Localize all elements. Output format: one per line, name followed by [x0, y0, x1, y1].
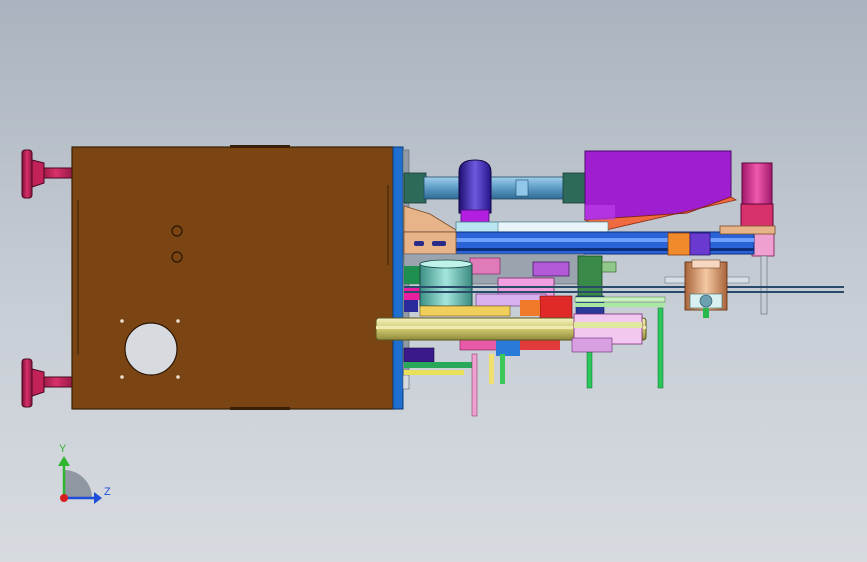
motor-cylinder — [458, 159, 492, 223]
axis-triad — [58, 456, 102, 504]
upper-shaft-assembly — [403, 172, 586, 204]
motor-cover — [583, 150, 738, 231]
main-housing — [71, 145, 395, 410]
bearing-bore — [124, 322, 178, 376]
origin-dot — [60, 494, 68, 502]
pulley-assembly — [664, 259, 750, 318]
cad-assembly-drawing — [21, 145, 844, 504]
y-axis-label: Y — [59, 443, 67, 455]
lower-handle — [21, 358, 77, 408]
upper-handle — [21, 149, 77, 199]
z-axis-label: Z — [104, 486, 111, 498]
cad-viewport[interactable]: Y Z — [0, 0, 867, 562]
